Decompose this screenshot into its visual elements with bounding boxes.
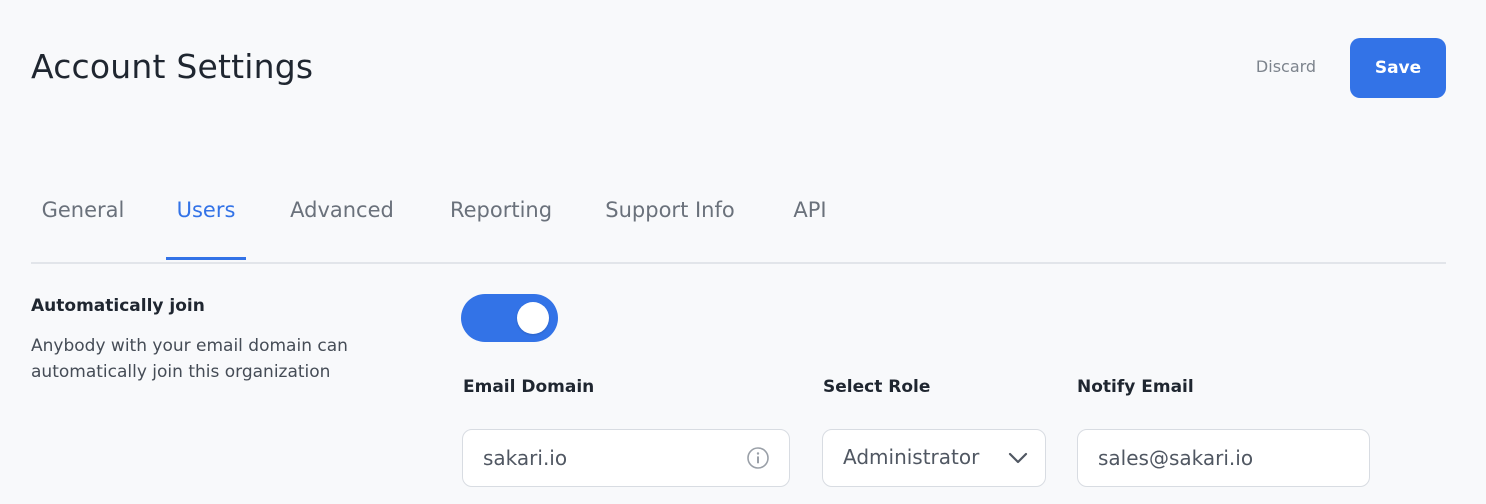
discard-button[interactable]: Discard (1240, 52, 1332, 80)
auto-join-toggle[interactable] (461, 294, 558, 342)
tab-bar: General Users Advanced Reporting Support… (31, 184, 1446, 264)
tab-api[interactable]: API (787, 184, 833, 260)
auto-join-description: Anybody with your email domain can autom… (31, 336, 348, 382)
chevron-down-icon (1008, 452, 1028, 464)
select-role-dropdown[interactable]: Administrator (822, 429, 1046, 487)
notify-email-input[interactable] (1078, 430, 1369, 486)
select-role-label: Select Role (823, 377, 931, 397)
auto-join-label: Automatically join (31, 296, 205, 316)
notify-email-field (1077, 429, 1370, 487)
info-icon (747, 447, 769, 469)
tab-reporting[interactable]: Reporting (437, 184, 565, 260)
tab-advanced[interactable]: Advanced (279, 184, 405, 260)
tab-users[interactable]: Users (166, 184, 246, 260)
page-title: Account Settings (31, 47, 314, 86)
email-domain-field (462, 429, 790, 487)
notify-email-label: Notify Email (1077, 377, 1194, 397)
select-role-value: Administrator (843, 445, 980, 469)
toggle-knob (517, 302, 549, 334)
email-domain-input[interactable] (463, 430, 789, 486)
email-domain-label: Email Domain (463, 377, 595, 397)
tab-general[interactable]: General (31, 184, 135, 260)
save-button[interactable]: Save (1350, 38, 1446, 98)
tab-support-info[interactable]: Support Info (596, 184, 744, 260)
